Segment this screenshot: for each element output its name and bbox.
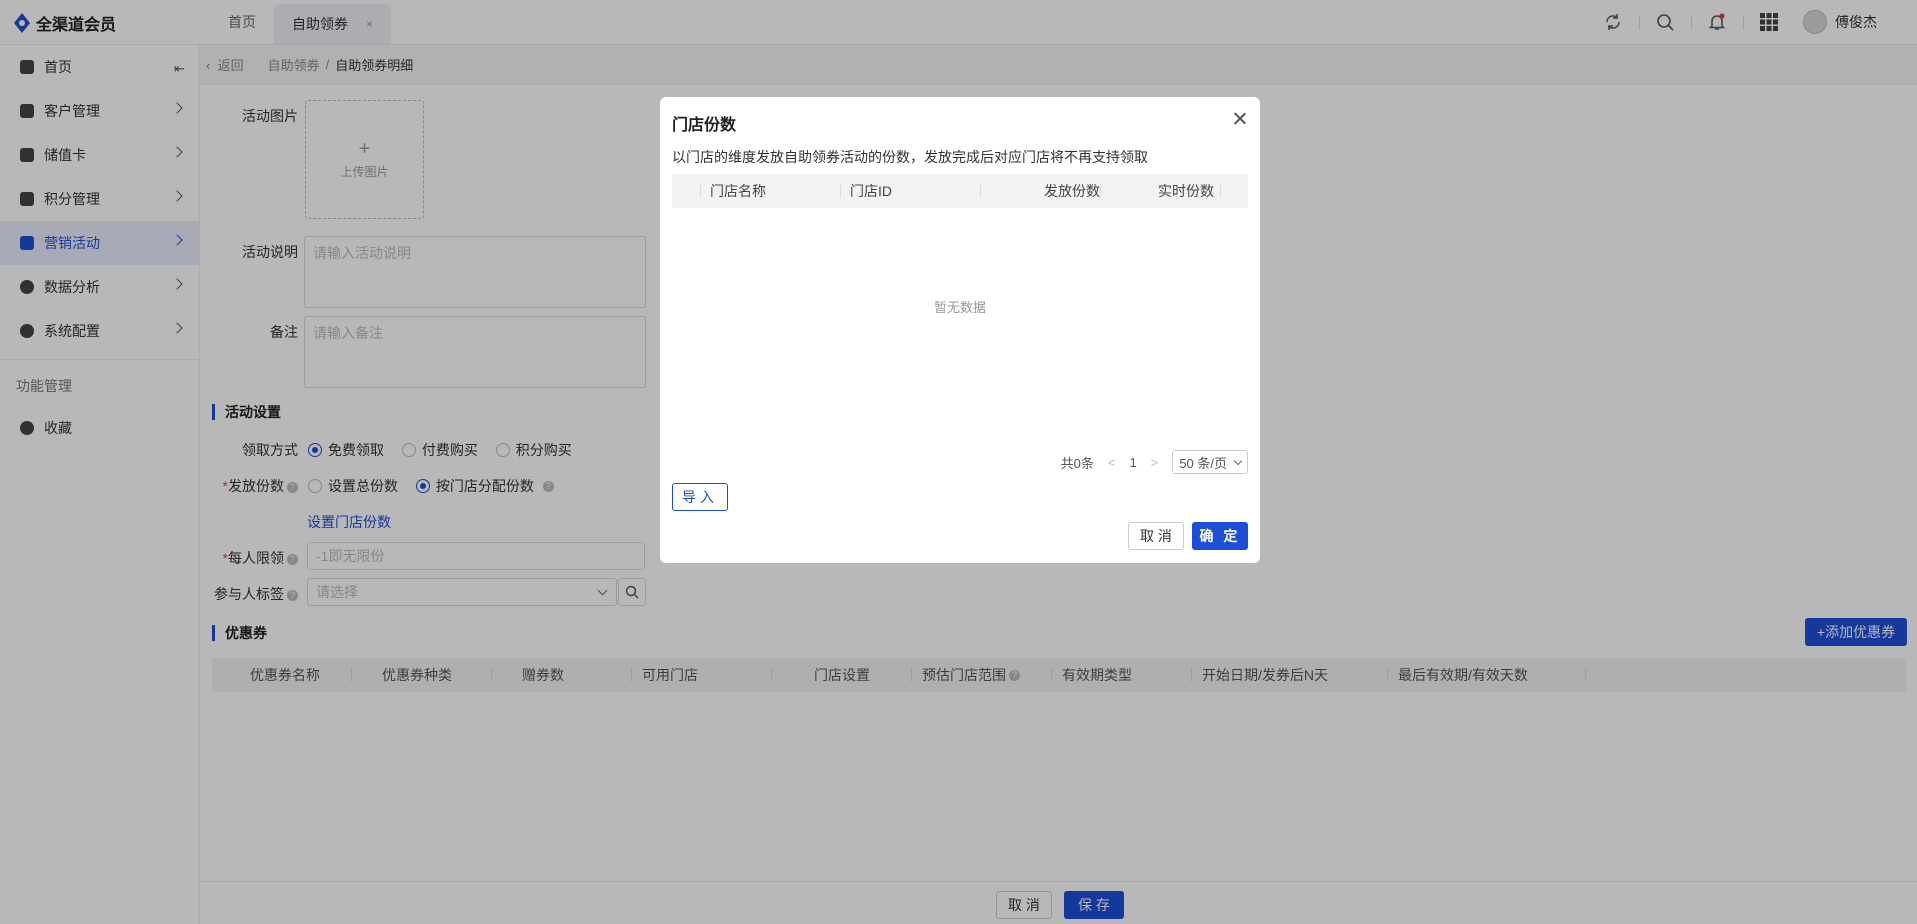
store-table-header: 门店名称 门店ID 发放份数 实时份数 <box>672 174 1248 208</box>
store-count-dialog: 门店份数 以门店的维度发放自助领券活动的份数，发放完成后对应门店将不再支持领取 … <box>660 97 1260 563</box>
dialog-confirm-button[interactable]: 确 定 <box>1192 522 1248 550</box>
column-divider <box>700 184 701 198</box>
column-header: 实时份数 <box>1158 183 1214 199</box>
prev-page-button[interactable]: < <box>1108 455 1116 470</box>
import-button[interactable]: 导入 <box>672 483 728 511</box>
total-count: 共0条 <box>1060 455 1094 471</box>
empty-state: 暂无数据 <box>933 300 986 315</box>
page-size-select[interactable]: 50 条/页 <box>1172 450 1248 474</box>
dialog-cancel-button[interactable]: 取 消 <box>1128 522 1184 550</box>
dialog-title: 门店份数 <box>672 117 737 134</box>
column-header: 门店名称 <box>710 183 766 199</box>
column-divider <box>840 184 841 198</box>
page-number[interactable]: 1 <box>1129 455 1136 470</box>
page-size-value: 50 条/页 <box>1179 455 1227 471</box>
column-header: 发放份数 <box>1044 183 1100 199</box>
column-divider <box>980 184 981 198</box>
dialog-description: 以门店的维度发放自助领券活动的份数，发放完成后对应门店将不再支持领取 <box>672 149 1148 165</box>
close-icon[interactable] <box>1230 109 1250 129</box>
column-header: 门店ID <box>850 183 892 199</box>
chevron-down-icon <box>1233 456 1243 465</box>
column-divider <box>1220 184 1221 198</box>
column-divider <box>1100 184 1101 198</box>
next-page-button[interactable]: > <box>1151 455 1159 470</box>
pagination: 共0条 < 1 > 50 条/页 <box>1061 450 1248 474</box>
